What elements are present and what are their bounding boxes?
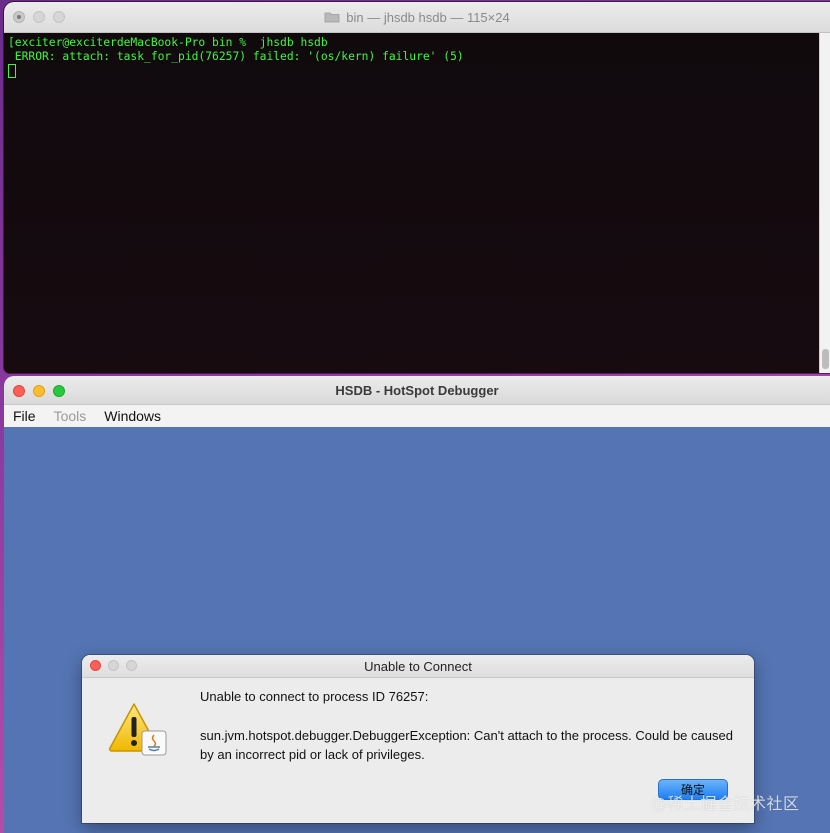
watermark: @稀土掘金技术社区: [651, 794, 800, 813]
terminal-line-error: ERROR: attach: task_for_pid(76257) faile…: [8, 50, 464, 63]
terminal-scrollbar[interactable]: [819, 33, 830, 373]
hsdb-titlebar[interactable]: HSDB - HotSpot Debugger: [4, 376, 830, 405]
folder-icon: [324, 11, 340, 23]
dialog-titlebar[interactable]: Unable to Connect: [82, 655, 754, 678]
terminal-line-prompt: [exciter@exciterdeMacBook-Pro bin % jhsd…: [8, 36, 328, 49]
dialog-message-title: Unable to connect to process ID 76257:: [200, 689, 429, 704]
terminal-scroll-thumb[interactable]: [822, 349, 829, 369]
dialog-title: Unable to Connect: [364, 658, 472, 674]
menu-file[interactable]: File: [4, 408, 45, 424]
terminal-window: bin — jhsdb hsdb — 115×24 [exciter@excit…: [4, 2, 830, 373]
hsdb-title: HSDB - HotSpot Debugger: [335, 382, 499, 398]
terminal-cursor: [8, 64, 16, 78]
warning-java-icon: [108, 701, 170, 759]
hsdb-menubar: File Tools Windows: [4, 405, 830, 428]
menu-windows[interactable]: Windows: [95, 408, 170, 424]
terminal-titlebar[interactable]: bin — jhsdb hsdb — 115×24: [4, 2, 830, 33]
terminal-title-area: bin — jhsdb hsdb — 115×24: [4, 2, 830, 32]
terminal-title: bin — jhsdb hsdb — 115×24: [346, 9, 510, 25]
dialog-message-detail: sun.jvm.hotspot.debugger.DebuggerExcepti…: [200, 728, 733, 762]
menu-tools[interactable]: Tools: [45, 408, 96, 424]
terminal-output[interactable]: [exciter@exciterdeMacBook-Pro bin % jhsd…: [4, 33, 830, 373]
